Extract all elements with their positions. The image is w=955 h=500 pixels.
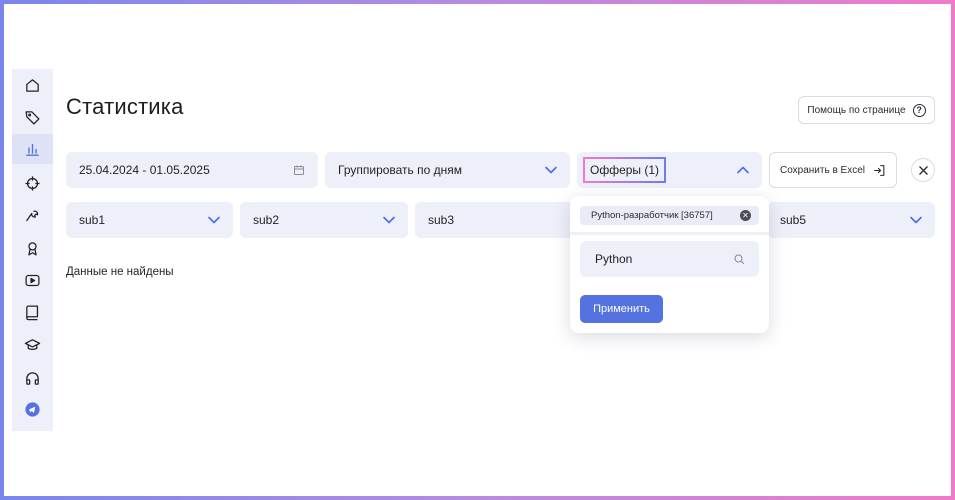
chevron-down-icon — [910, 216, 922, 224]
export-icon — [874, 164, 885, 176]
education-icon — [24, 338, 41, 350]
calendar-icon — [294, 165, 304, 175]
sub2-select[interactable]: sub2 — [240, 202, 408, 238]
page-title: Статистика — [66, 94, 184, 119]
sidebar — [12, 69, 53, 431]
book-icon — [26, 304, 39, 320]
help-label: Помощь по странице — [807, 104, 906, 116]
sub1-label: sub1 — [79, 213, 106, 227]
sub1-select[interactable]: sub1 — [66, 202, 233, 238]
reset-filters-button[interactable] — [911, 158, 935, 182]
remove-chip-icon[interactable]: ✕ — [740, 210, 751, 221]
date-range-picker[interactable]: 25.04.2024 - 01.05.2025 — [66, 152, 318, 188]
award-icon — [28, 241, 37, 256]
selected-offer-label: Python-разработчик [36757] — [591, 210, 713, 221]
offers-select-label: Офферы (1) — [583, 157, 667, 183]
sidebar-item-knowledge[interactable] — [12, 297, 53, 327]
headphones-icon — [26, 371, 39, 385]
crosshair-icon — [25, 175, 40, 191]
search-icon — [734, 254, 745, 265]
sidebar-item-statistics[interactable] — [12, 134, 53, 164]
telegram-icon — [25, 401, 40, 417]
sidebar-item-education[interactable] — [12, 330, 53, 360]
divider — [570, 232, 769, 235]
sub2-label: sub2 — [253, 213, 280, 227]
sidebar-item-support[interactable] — [12, 363, 53, 393]
sub5-label: sub5 — [780, 213, 807, 227]
export-excel-button[interactable]: Сохранить в Excel — [769, 152, 897, 188]
export-excel-label: Сохранить в Excel — [779, 164, 865, 176]
chevron-down-icon — [208, 216, 220, 224]
sidebar-item-targeting[interactable] — [12, 168, 53, 198]
empty-state-text: Данные не найдены — [66, 266, 174, 278]
selected-offer-chip: Python-разработчик [36757] ✕ — [580, 206, 759, 225]
offers-dropdown: Python-разработчик [36757] ✕ Применить — [570, 196, 769, 333]
help-button[interactable]: Помощь по странице ? — [798, 96, 935, 124]
close-icon — [918, 165, 928, 175]
sub5-select[interactable]: sub5 — [767, 202, 935, 238]
sub3-label: sub3 — [428, 213, 455, 227]
video-icon — [25, 274, 40, 286]
question-icon: ? — [912, 103, 926, 117]
date-range-value: 25.04.2024 - 01.05.2025 — [79, 163, 210, 177]
chevron-up-icon — [737, 166, 749, 174]
sidebar-item-tools[interactable] — [12, 200, 53, 230]
sidebar-item-awards[interactable] — [12, 233, 53, 263]
tag-icon — [25, 110, 40, 125]
group-by-select[interactable]: Группировать по дням — [325, 152, 570, 188]
group-by-value: Группировать по дням — [338, 163, 463, 177]
apply-button[interactable]: Применить — [580, 295, 663, 323]
sidebar-item-offers[interactable] — [12, 102, 53, 132]
chevron-down-icon — [383, 216, 395, 224]
home-icon — [26, 78, 39, 92]
chevron-down-icon — [545, 166, 557, 174]
sidebar-item-video[interactable] — [12, 265, 53, 295]
sidebar-item-home[interactable] — [12, 70, 53, 100]
page-canvas — [4, 4, 951, 496]
sub3-select[interactable]: sub3 — [415, 202, 585, 238]
sidebar-item-telegram[interactable] — [12, 394, 53, 424]
statistics-icon — [26, 143, 39, 156]
tools-icon — [26, 210, 39, 221]
